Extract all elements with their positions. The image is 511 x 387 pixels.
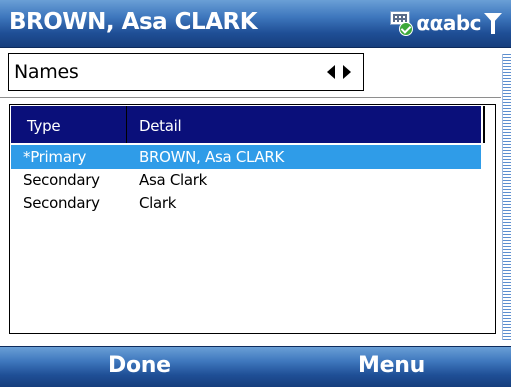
header-end-cap <box>483 106 494 143</box>
signal-antenna-icon[interactable] <box>483 10 503 36</box>
column-header-type[interactable]: Type <box>27 117 61 135</box>
input-mode-indicator[interactable]: ααabc <box>416 11 481 35</box>
menu-softkey-button[interactable]: Menu <box>358 353 425 378</box>
row-type: Secondary <box>23 171 100 189</box>
row-type: *Primary <box>23 148 87 166</box>
phone-screen: BROWN, Asa CLARK ααabc Names Type Detail <box>0 0 511 387</box>
list-header: Type Detail <box>11 106 481 143</box>
picker-value: Names <box>14 61 79 83</box>
scrollbar[interactable] <box>502 54 511 340</box>
check-badge-icon <box>399 22 414 36</box>
row-type: Secondary <box>23 194 100 212</box>
column-separator <box>126 106 127 143</box>
category-picker[interactable]: Names <box>8 53 364 91</box>
softkey-bar: Done Menu <box>0 346 511 387</box>
done-softkey-button[interactable]: Done <box>108 353 171 378</box>
title-bar: BROWN, Asa CLARK ααabc <box>0 0 511 48</box>
keyboard-check-icon[interactable] <box>390 9 414 37</box>
list-row-secondary[interactable]: Secondary Asa Clark <box>11 168 481 192</box>
status-icons: ααabc <box>390 4 503 42</box>
row-detail: Asa Clark <box>139 171 208 189</box>
list-row-secondary[interactable]: Secondary Clark <box>11 191 481 215</box>
row-detail: Clark <box>139 194 177 212</box>
next-arrow-icon[interactable] <box>343 65 351 79</box>
list-row-primary[interactable]: *Primary BROWN, Asa CLARK <box>11 145 481 169</box>
previous-arrow-icon[interactable] <box>327 65 335 79</box>
names-list[interactable]: Type Detail *Primary BROWN, Asa CLARK Se… <box>9 104 496 334</box>
row-detail: BROWN, Asa CLARK <box>139 148 285 166</box>
column-header-detail[interactable]: Detail <box>139 117 182 135</box>
divider-line <box>0 97 501 98</box>
window-title: BROWN, Asa CLARK <box>9 9 258 35</box>
